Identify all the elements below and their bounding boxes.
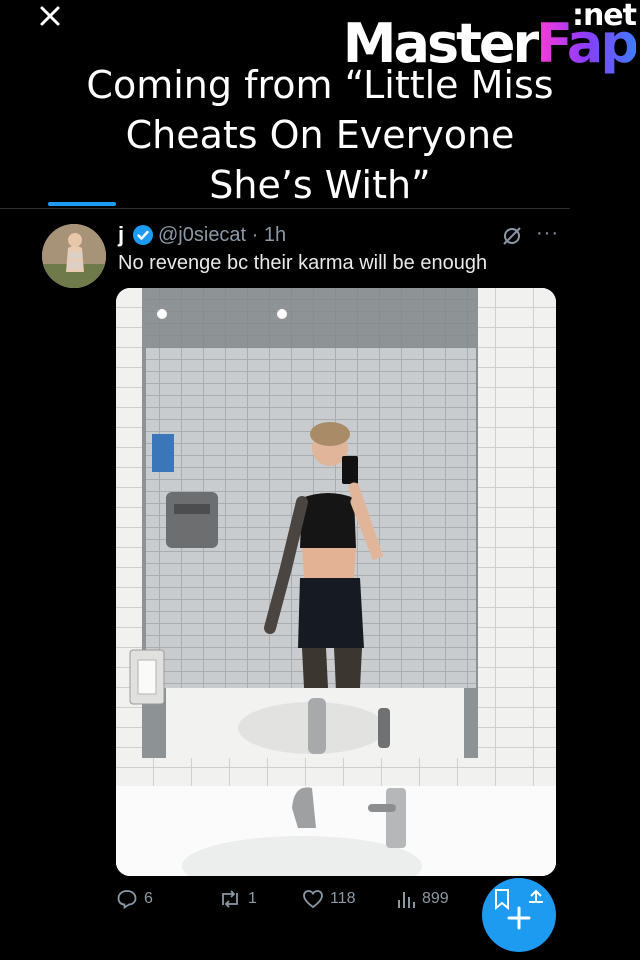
- bookmark-icon: [495, 889, 509, 911]
- caption-line: Cheats On Everyone: [125, 113, 515, 157]
- close-icon[interactable]: [36, 2, 64, 30]
- view-count: 899: [422, 890, 449, 907]
- like-button[interactable]: 118: [302, 888, 356, 910]
- tweet-text: No revenge bc their karma will be enough: [118, 252, 488, 274]
- tab-indicator: [48, 202, 116, 206]
- display-name[interactable]: j: [118, 222, 124, 248]
- avatar[interactable]: [42, 224, 106, 288]
- like-count: 118: [330, 890, 356, 907]
- views-button[interactable]: 899: [396, 888, 449, 910]
- more-options-icon[interactable]: ···: [536, 222, 559, 245]
- tweet-photo[interactable]: [116, 288, 556, 876]
- caption-line: Coming from “Little Miss: [86, 63, 554, 107]
- repost-count: 1: [248, 890, 257, 907]
- overlay-caption: Coming from “Little Miss Cheats On Every…: [60, 60, 580, 210]
- repost-button[interactable]: 1: [218, 888, 257, 910]
- divider: [0, 208, 570, 209]
- grok-icon[interactable]: [500, 224, 524, 248]
- share-icon: [529, 889, 543, 903]
- handle-time[interactable]: @j0siecat · 1h: [158, 224, 286, 247]
- repost-icon: [222, 890, 238, 908]
- reply-count: 6: [144, 890, 153, 907]
- verified-icon: [133, 225, 153, 245]
- views-icon: [398, 892, 415, 908]
- compose-button[interactable]: [482, 878, 556, 952]
- reply-icon: [117, 890, 137, 910]
- compose-icon: [495, 889, 543, 930]
- caption-line: She’s With”: [209, 163, 431, 207]
- reply-button[interactable]: 6: [116, 888, 153, 910]
- like-icon: [303, 890, 323, 909]
